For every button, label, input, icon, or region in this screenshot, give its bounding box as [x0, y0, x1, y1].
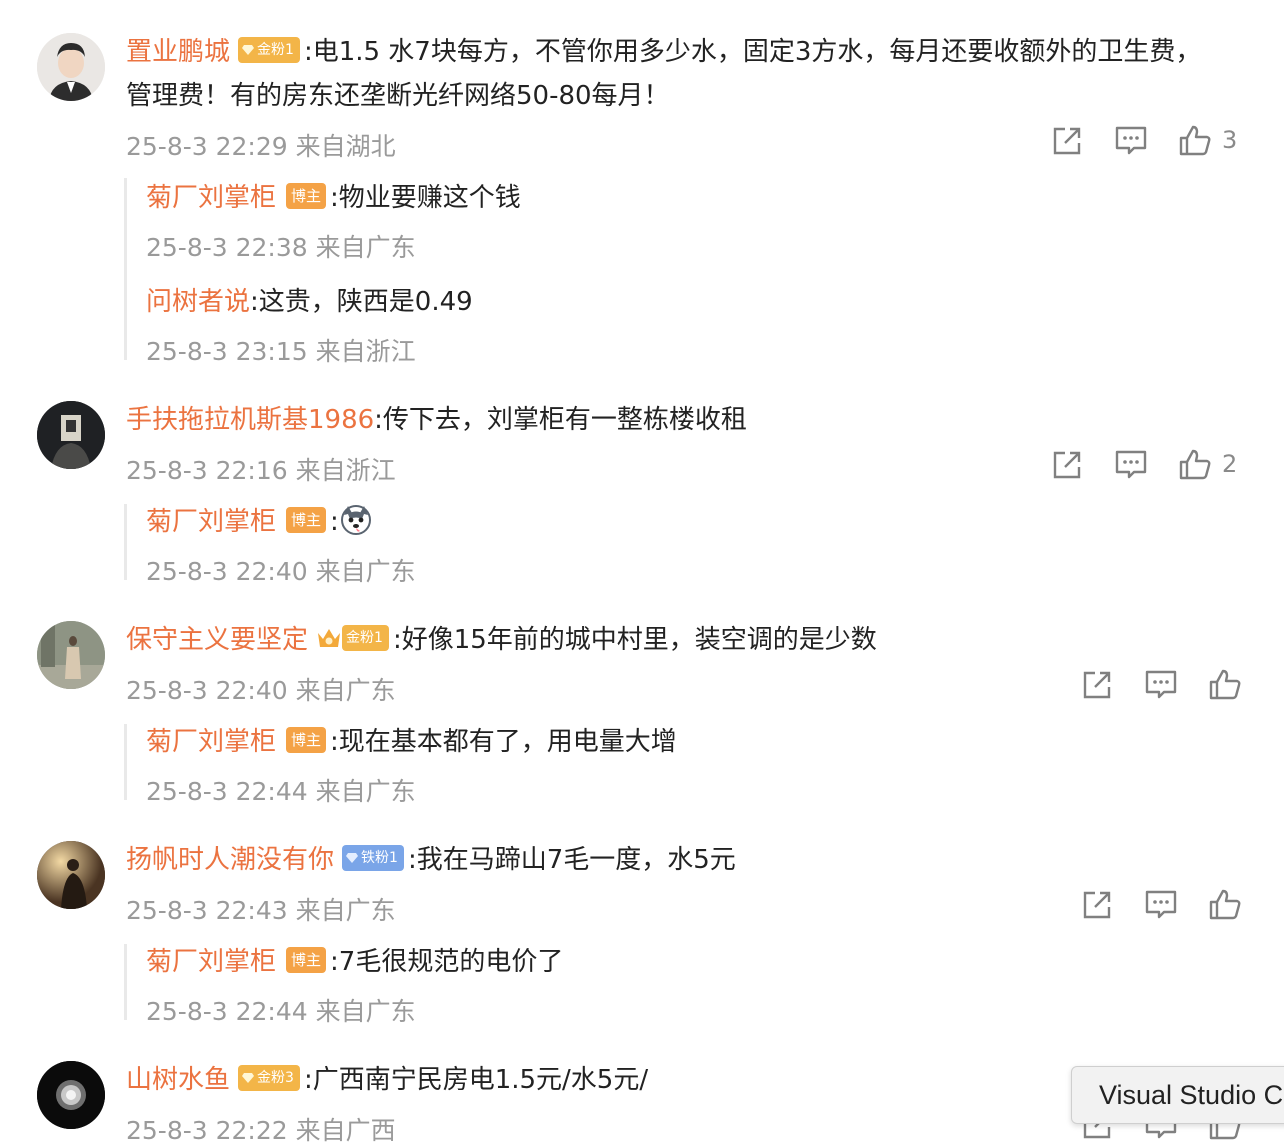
comment-text: :传下去，刘掌柜有一整栋楼收租: [374, 405, 747, 435]
share-icon: [1083, 671, 1111, 699]
reply-meta: 25-8-3 22:44 来自广东: [146, 777, 416, 806]
comment-meta: 25-8-3 22:43 来自广东: [126, 896, 396, 925]
reply-text: :现在基本都有了，用电量大增: [330, 727, 677, 757]
like-count: 2: [1222, 450, 1238, 478]
badge-label: 金粉3: [257, 1069, 294, 1086]
host-badge: 博主: [286, 182, 327, 209]
diamond-icon: [346, 852, 359, 863]
comment-actions: 2: [1050, 448, 1250, 488]
username-link[interactable]: 菊厂刘掌柜: [146, 183, 276, 213]
comment-text: :电1.5 水7块每方，不管你用多少水，固定3方水，每月还要收额外的卫生费，: [303, 37, 1202, 67]
comment-icon: [1115, 450, 1147, 479]
reply-meta: 25-8-3 22:44 来自广东: [146, 997, 416, 1026]
comment-text: :好像15年前的城中村里，装空调的是少数: [392, 625, 877, 655]
fan-badge[interactable]: 金粉1: [238, 36, 300, 63]
comment-icon: [1115, 126, 1147, 155]
like-icon: [1209, 669, 1241, 700]
fan-badge[interactable]: 铁粉1: [342, 844, 404, 871]
comment-actions: 3: [1050, 124, 1250, 164]
avatar[interactable]: [37, 1061, 105, 1129]
comment-text-line: 手扶拖拉机斯基1986:传下去，刘掌柜有一整栋楼收租: [126, 398, 747, 442]
husky-emoji: [339, 503, 373, 537]
reply-divider: [124, 504, 127, 580]
crown-icon: [316, 625, 342, 651]
host-badge: 博主: [286, 506, 327, 533]
reply-text: :物业要赚这个钱: [330, 183, 521, 213]
comment-text: :我在马蹄山7毛一度，水5元: [407, 845, 736, 875]
comment-text: :广西南宁民房电1.5元/水5元/: [303, 1065, 649, 1095]
comment-icon: [1145, 670, 1177, 699]
reply-text-line: 菊厂刘掌柜 博主:物业要赚这个钱: [146, 176, 521, 220]
avatar[interactable]: [37, 401, 105, 469]
badge-label: 金粉1: [346, 629, 383, 646]
username-link[interactable]: 手扶拖拉机斯基1986: [126, 405, 374, 435]
host-badge: 博主: [286, 726, 327, 753]
reply-text: :7毛很规范的电价了: [330, 947, 564, 977]
reply-text-line: 问树者说:这贵，陕西是0.49: [146, 280, 473, 324]
username-link[interactable]: 保守主义要坚定: [126, 625, 308, 655]
reply-divider: [124, 724, 127, 800]
reply-divider: [124, 944, 127, 1020]
like-button[interactable]: [1208, 888, 1244, 924]
reply-text: :: [330, 507, 339, 537]
like-icon: [1209, 889, 1241, 920]
reply-button[interactable]: [1114, 448, 1150, 484]
comment-text-line: 置业鹏城 金粉1 :电1.5 水7块每方，不管你用多少水，固定3方水，每月还要收额外…: [126, 30, 1201, 74]
comment-meta: 25-8-3 22:16 来自浙江: [126, 456, 396, 485]
reply-button[interactable]: [1144, 888, 1180, 924]
badge-label: 金粉1: [257, 41, 294, 58]
reply-text-line: 菊厂刘掌柜 博主:: [146, 500, 373, 544]
comment-text-line: 扬帆时人潮没有你 铁粉1 :我在马蹄山7毛一度，水5元: [126, 838, 736, 882]
comment-actions: [1080, 668, 1250, 708]
comment-icon: [1145, 890, 1177, 919]
comment-meta: 25-8-3 22:40 来自广东: [126, 676, 396, 705]
reply-text-line: 菊厂刘掌柜 博主:7毛很规范的电价了: [146, 940, 563, 984]
comment-text-line2: 管理费！有的房东还垄断光纤网络50-80每月！: [126, 81, 670, 111]
reply-meta: 25-8-3 23:15 来自浙江: [146, 337, 416, 366]
share-button[interactable]: [1080, 888, 1116, 924]
gem-icon: [242, 1072, 255, 1083]
comment-meta: 25-8-3 22:22 来自广西: [126, 1116, 396, 1145]
reply-text: :这贵，陕西是0.49: [250, 287, 473, 317]
username-link[interactable]: 扬帆时人潮没有你: [126, 845, 334, 875]
username-link[interactable]: 山树水鱼: [126, 1065, 230, 1095]
avatar[interactable]: [37, 33, 105, 101]
host-badge: 博主: [286, 946, 327, 973]
share-button[interactable]: [1080, 668, 1116, 704]
avatar[interactable]: [37, 621, 105, 689]
share-icon: [1083, 891, 1111, 919]
app-tooltip: Visual Studio C: [1071, 1066, 1284, 1124]
comment-text-line: 保守主义要坚定 金粉1 :好像15年前的城中村里，装空调的是少数: [126, 618, 877, 662]
reply-text-line: 菊厂刘掌柜 博主:现在基本都有了，用电量大增: [146, 720, 677, 764]
share-icon: [1053, 127, 1081, 155]
badge-label: 铁粉1: [361, 849, 398, 866]
reply-button[interactable]: [1144, 668, 1180, 704]
comment-feed: 置业鹏城 金粉1:电1.5 水7块每方，不管你用多少水，固定3方水，每月还要收额外…: [0, 0, 1284, 1148]
share-button[interactable]: [1050, 448, 1086, 484]
reply-divider: [124, 178, 127, 360]
share-icon: [1053, 451, 1081, 479]
reply-meta: 25-8-3 22:40 来自广东: [146, 557, 416, 586]
username-link[interactable]: 菊厂刘掌柜: [146, 727, 276, 757]
reply-button[interactable]: [1114, 124, 1150, 160]
like-icon: [1179, 125, 1211, 156]
like-button[interactable]: [1178, 124, 1214, 160]
fan-badge[interactable]: 金粉1: [342, 624, 389, 651]
comment-text-line: 山树水鱼 金粉3 :广西南宁民房电1.5元/水5元/: [126, 1058, 648, 1102]
comment-meta: 25-8-3 22:29 来自湖北: [126, 132, 396, 161]
avatar[interactable]: [37, 841, 105, 909]
username-link[interactable]: 菊厂刘掌柜: [146, 947, 276, 977]
username-link[interactable]: 问树者说: [146, 287, 250, 317]
gem-icon: [242, 44, 255, 55]
username-link[interactable]: 置业鹏城: [126, 37, 230, 67]
comment-actions: [1080, 888, 1250, 928]
like-count: 3: [1222, 126, 1238, 154]
reply-meta: 25-8-3 22:38 来自广东: [146, 233, 416, 262]
username-link[interactable]: 菊厂刘掌柜: [146, 507, 276, 537]
fan-badge[interactable]: 金粉3: [238, 1064, 300, 1091]
like-button[interactable]: [1208, 668, 1244, 704]
like-icon: [1179, 449, 1211, 480]
like-button[interactable]: [1178, 448, 1214, 484]
share-button[interactable]: [1050, 124, 1086, 160]
